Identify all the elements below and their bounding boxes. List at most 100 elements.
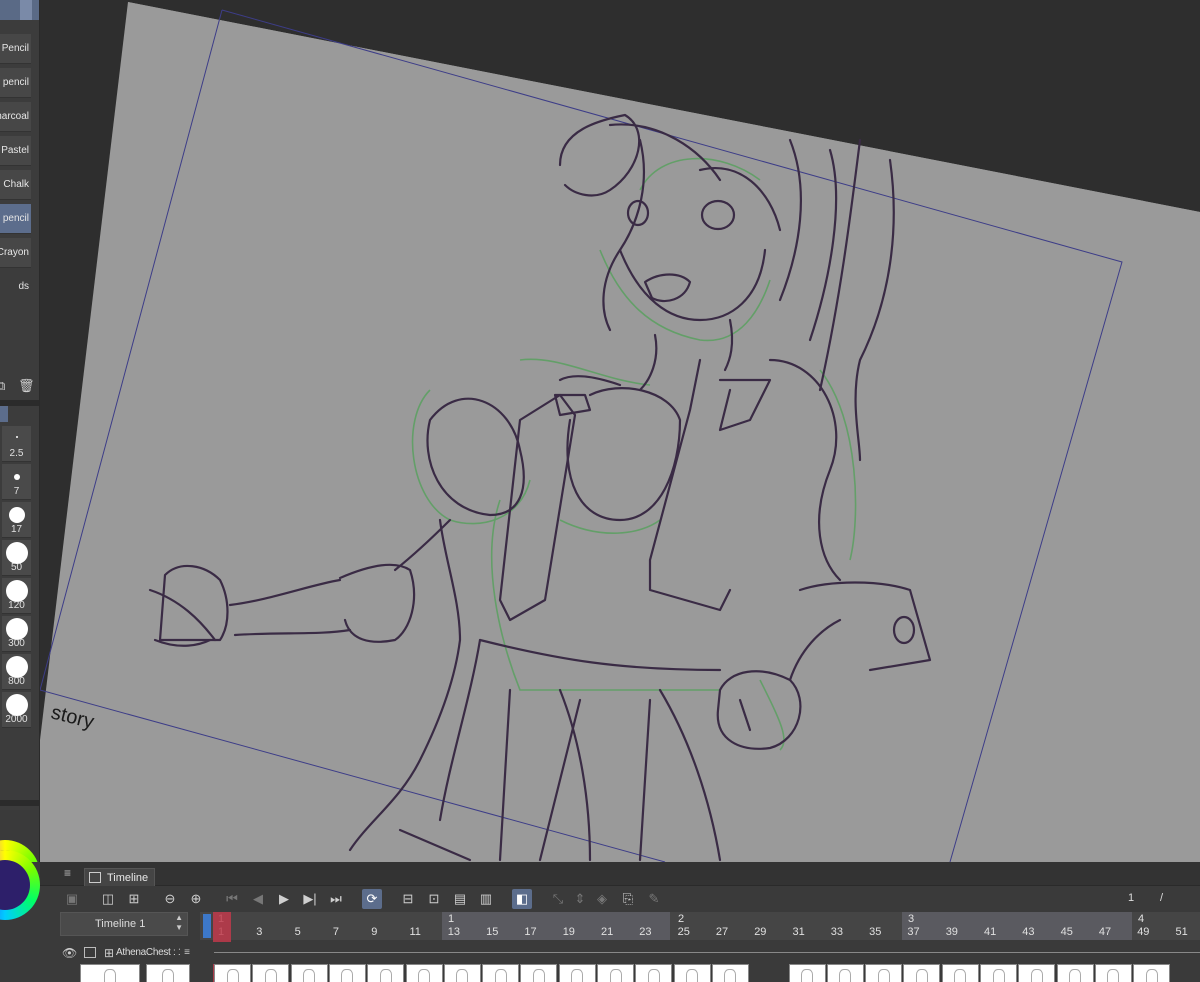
prev-frame-icon[interactable]: ◀: [248, 889, 268, 909]
timeline-ruler[interactable]: 1 1 2 3 4 135791113151719212325272931333…: [200, 912, 1200, 940]
cel-thumbnail[interactable]: [750, 964, 788, 982]
cel-thumbnail[interactable]: [482, 964, 520, 982]
cel-thumbnail[interactable]: [520, 964, 558, 982]
timeline-panel: ≡ Timeline ▣ ◫ ⊞ ⊖ ⊕ ⏮ ◀ ▶ ▶| ⏭ ⟳ ⊟ ⊡ ▤ …: [0, 850, 1200, 982]
frame-number: 45: [1060, 926, 1073, 938]
play-icon[interactable]: ▶: [274, 889, 294, 909]
cel-thumbnail[interactable]: [826, 964, 864, 982]
frame-number: 3: [256, 926, 263, 938]
cel-thumbnail[interactable]: [328, 964, 366, 982]
subtool-item-pastel[interactable]: Pastel: [0, 136, 31, 166]
subtool-panel-header[interactable]: [0, 0, 39, 20]
brush-size-tab[interactable]: [0, 406, 8, 422]
keyframe-add-icon[interactable]: ◈: [592, 889, 612, 909]
first-frame-icon[interactable]: ⏮: [222, 889, 242, 909]
new-cel-icon[interactable]: ⊡: [424, 889, 444, 909]
cel-thumbnail[interactable]: [443, 964, 481, 982]
cel-thumbnail[interactable]: [980, 964, 1017, 982]
cel-thumbnail[interactable]: [290, 964, 328, 982]
timeline-layer-row[interactable]: 👁 ⊞ AthenaChest : 16 ≡: [60, 942, 190, 964]
cel-thumbnail[interactable]: [1056, 964, 1094, 982]
subtool-item-pencil-selected[interactable]: pencil: [0, 204, 31, 234]
timeline-selector[interactable]: Timeline 1 ▲ ▼: [60, 912, 188, 936]
timeline-header: ≡ Timeline: [40, 862, 1200, 886]
cel-thumbnail[interactable]: [635, 964, 673, 982]
zoom-in-icon[interactable]: ⊕: [186, 889, 206, 909]
cel-thumbnail[interactable]: [788, 964, 826, 982]
canvas-area[interactable]: story: [40, 0, 1200, 862]
second-label: 3: [908, 913, 915, 925]
eye-icon[interactable]: 👁: [62, 942, 77, 964]
zoom-out-icon[interactable]: ⊖: [160, 889, 180, 909]
brush-size-2000[interactable]: 2000: [2, 692, 31, 728]
frame-number: 23: [639, 926, 652, 938]
new-timeline-icon[interactable]: ▣: [62, 889, 82, 909]
new-animation-folder-icon[interactable]: ⊟: [398, 889, 418, 909]
delete-cel-icon[interactable]: ▥: [476, 889, 496, 909]
subtool-item-cut-off[interactable]: ds: [0, 272, 31, 302]
subtool-item-chalk[interactable]: Chalk: [0, 170, 31, 200]
specify-cel-icon[interactable]: ▤: [450, 889, 470, 909]
cel-thumbnail[interactable]: [558, 964, 596, 982]
cel-thumbnail[interactable]: [941, 964, 979, 982]
subtool-item-pencil-2[interactable]: pencil: [0, 68, 31, 98]
brush-size-800[interactable]: 800: [2, 654, 31, 690]
cel-thumbnail[interactable]: [146, 964, 190, 982]
frame-number: 39: [945, 926, 958, 938]
frame-number: 13: [447, 926, 461, 938]
cel-thumbnail[interactable]: [1133, 964, 1171, 982]
keyframe-icon[interactable]: ⤡: [548, 889, 568, 909]
frame-number: 7: [332, 926, 340, 938]
subtool-item-charcoal[interactable]: Charcoal: [0, 102, 31, 132]
cel-thumbnail[interactable]: [903, 964, 941, 982]
brush-size-120[interactable]: 120: [2, 578, 31, 614]
frame-number: 17: [524, 926, 537, 938]
canvas-drawing[interactable]: story: [40, 0, 1200, 862]
cel-thumbnail[interactable]: [1094, 964, 1132, 982]
cel-thumbnail[interactable]: [711, 964, 749, 982]
cel-thumbnail[interactable]: [214, 964, 251, 982]
onion-skin-icon[interactable]: ◧: [512, 889, 532, 909]
cel-thumbnail[interactable]: [405, 964, 443, 982]
cel-thumbnail[interactable]: [252, 964, 290, 982]
cel-thumbnail[interactable]: [1018, 964, 1056, 982]
brush-size-300[interactable]: 300: [2, 616, 31, 652]
cel-thumbnail[interactable]: [673, 964, 711, 982]
expand-icon[interactable]: ⊞: [104, 942, 114, 964]
cel-thumbnail[interactable]: [597, 964, 634, 982]
brush-size-17[interactable]: 17: [2, 502, 31, 538]
track-line: [214, 952, 1200, 953]
current-frame-value: 1: [1128, 892, 1135, 904]
brush-size-7[interactable]: 7: [2, 464, 31, 500]
spin-icon[interactable]: ▲ ▼: [175, 913, 183, 933]
last-frame-icon[interactable]: ⏭: [326, 889, 346, 909]
trash-icon[interactable]: 🗑: [18, 378, 35, 394]
cel-thumbnail[interactable]: [80, 964, 140, 982]
subtool-item-pencil[interactable]: Pencil: [0, 34, 31, 64]
cel-thumbnail[interactable]: [865, 964, 903, 982]
frame-number: 49: [1137, 926, 1150, 938]
loop-icon[interactable]: ⟳: [362, 889, 382, 909]
panel-divider-2: [0, 800, 39, 806]
keyframe-updown-icon[interactable]: ⇕: [570, 889, 590, 909]
layer-menu-icon[interactable]: ≡: [184, 942, 190, 964]
panel-menu-icon[interactable]: ≡: [64, 866, 71, 880]
frame-number: 15: [486, 926, 499, 938]
frame-number: 35: [869, 926, 882, 938]
timeline-track[interactable]: [200, 942, 1200, 964]
brush-size-2-5[interactable]: 2.5: [2, 426, 31, 462]
duplicate-icon[interactable]: ⧉: [0, 378, 5, 394]
second-band-1: [442, 912, 670, 940]
next-frame-icon[interactable]: ▶|: [300, 889, 320, 909]
cel-thumbnail[interactable]: [367, 964, 405, 982]
in-point-marker[interactable]: [203, 914, 211, 938]
brush-size-50[interactable]: 50: [2, 540, 31, 576]
layer-name: AthenaChest : 16: [116, 947, 180, 958]
tab-timeline[interactable]: Timeline: [84, 868, 156, 886]
edit-cel-icon[interactable]: ⎘: [618, 889, 638, 909]
timeline-settings-icon[interactable]: ◫: [98, 889, 118, 909]
frame-number: 25: [677, 926, 690, 938]
pen-icon[interactable]: ✎: [644, 889, 664, 909]
subtool-item-crayon[interactable]: Crayon: [0, 238, 31, 268]
frame-settings-icon[interactable]: ⊞: [124, 889, 144, 909]
